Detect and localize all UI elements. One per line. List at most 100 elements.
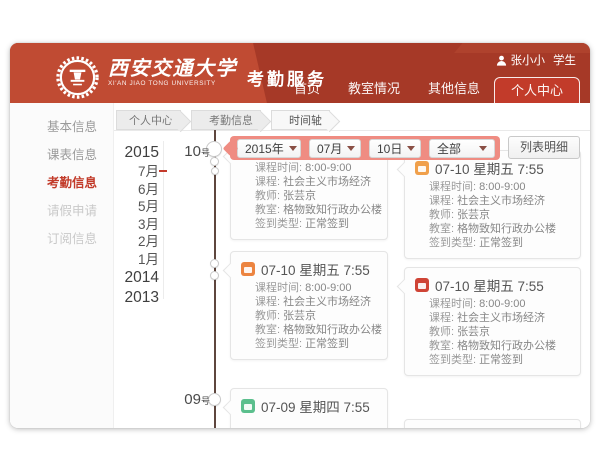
rail-item-6月[interactable]: 6月: [114, 181, 159, 199]
user-info[interactable]: 张小小 学生: [496, 52, 577, 68]
card-field: 课程时间:8:00-9:00: [255, 162, 377, 176]
card-header: 07-10 星期五 7:55: [405, 268, 580, 295]
day-label-09: 09号: [170, 391, 210, 408]
day-select[interactable]: 10日: [369, 139, 421, 158]
university-name-cn: 西安交通大学: [108, 56, 237, 80]
year-select[interactable]: 2015年: [237, 139, 301, 158]
card-field: 教室:格物致知行政办公楼: [255, 324, 377, 338]
rail-item-2013[interactable]: 2013: [114, 288, 159, 308]
chevron-down-icon: [347, 146, 355, 151]
rail-item-3月[interactable]: 3月: [114, 216, 159, 234]
nav-item-1[interactable]: 首页: [280, 77, 334, 103]
card-field: 课程:社会主义市场经济: [255, 296, 377, 310]
card-field-value: 8:00-9:00: [479, 181, 525, 193]
card-header: 07-10 星期五 7:55: [231, 252, 387, 279]
card-field-value: 社会主义市场经济: [457, 195, 545, 207]
filter-bar: 2015年 07月 10日 全部: [230, 136, 500, 160]
rail-item-7月[interactable]: 7月: [114, 163, 159, 181]
card-field-label: 签到类型:: [255, 338, 302, 350]
card-field: 课程:社会主义市场经济: [429, 312, 570, 326]
card-field-value: 格物致知行政办公楼: [283, 324, 382, 336]
rail-item-5月[interactable]: 5月: [114, 198, 159, 216]
app-header: 西安交通大学 XI'AN JIAO TONG UNIVERSITY 考勤服务 张…: [10, 43, 590, 103]
card-field-value: 社会主义市场经济: [283, 176, 371, 188]
breadcrumb-item-1[interactable]: 个人中心: [116, 110, 181, 130]
card-field-label: 教室:: [429, 340, 454, 352]
year-select-value: 2015年: [245, 140, 284, 157]
nav-item-4[interactable]: 个人中心: [494, 77, 580, 103]
card-field: 签到类型:正常签到: [429, 354, 570, 368]
month-select[interactable]: 07月: [309, 139, 361, 158]
calendar-icon: [241, 399, 255, 413]
card-field-label: 课程时间:: [255, 162, 302, 174]
sidebar-item-5[interactable]: 订阅信息: [10, 225, 113, 253]
card-body: [231, 416, 387, 426]
card-field: 教室:格物致知行政办公楼: [255, 204, 377, 218]
attendance-card-partial[interactable]: [404, 419, 581, 428]
card-field: 课程:社会主义市场经济: [429, 195, 570, 209]
content-area: 个人中心考勤信息时间轴 20157月6月5月3月2月1月20142013 10号…: [114, 103, 590, 428]
rail-divider: [163, 141, 164, 299]
card-date-title: 07-10 星期五 7:55: [435, 275, 544, 295]
card-field-label: 课程时间:: [429, 181, 476, 193]
rail-item-1月[interactable]: 1月: [114, 251, 159, 269]
card-field: 教师:张芸京: [255, 310, 377, 324]
card-field-value: 社会主义市场经济: [457, 312, 545, 324]
card-field: 签到类型:正常签到: [429, 237, 570, 251]
sidebar: 基本信息课表信息考勤信息请假申请订阅信息: [10, 103, 114, 428]
card-field-label: 签到类型:: [255, 218, 302, 230]
app-window: 西安交通大学 XI'AN JIAO TONG UNIVERSITY 考勤服务 张…: [10, 43, 590, 428]
attendance-card[interactable]: 07-09 星期四 7:55: [230, 388, 388, 428]
card-field-label: 课程时间:: [255, 282, 302, 294]
type-select[interactable]: 全部: [429, 139, 495, 158]
page-body: 基本信息课表信息考勤信息请假申请订阅信息 个人中心考勤信息时间轴 20157月6…: [10, 103, 590, 428]
attendance-card[interactable]: 07-10 星期五 7:55课程时间:8:00-9:00课程:社会主义市场经济教…: [230, 251, 388, 360]
card-field-label: 教师:: [255, 190, 280, 202]
card-field: 教师:张芸京: [255, 190, 377, 204]
card-field-label: 教师:: [429, 209, 454, 221]
sidebar-item-4[interactable]: 请假申请: [10, 197, 113, 225]
card-field-value: 格物致知行政办公楼: [283, 204, 382, 216]
rail-item-2014[interactable]: 2014: [114, 268, 159, 288]
card-field: 课程时间:8:00-9:00: [429, 181, 570, 195]
card-field-label: 课程:: [255, 296, 280, 308]
calendar-icon: [415, 278, 429, 292]
sidebar-item-3[interactable]: 考勤信息: [10, 169, 113, 197]
university-seal-gear-icon: [56, 56, 99, 99]
card-field: 教室:格物致知行政办公楼: [429, 340, 570, 354]
card-field-label: 教室:: [255, 204, 280, 216]
breadcrumb-item-2[interactable]: 考勤信息: [191, 110, 261, 130]
chevron-down-icon: [479, 146, 487, 151]
card-body: 课程时间:8:00-9:00课程:社会主义市场经济教师:张芸京教室:格物致知行政…: [405, 178, 580, 258]
nav-item-3[interactable]: 其他信息: [414, 77, 494, 103]
rail-item-2015[interactable]: 2015: [114, 143, 159, 163]
card-field-value: 社会主义市场经济: [283, 296, 371, 308]
card-header: 07-09 星期四 7:55: [231, 389, 387, 416]
card-field-value: 张芸京: [457, 209, 490, 221]
nav-item-2[interactable]: 教室情况: [334, 77, 414, 103]
attendance-card[interactable]: 07-10 星期五 7:55 课程时间:8:00-9:00课程:社会主义市场经济教…: [404, 267, 581, 376]
breadcrumb-item-3[interactable]: 时间轴: [271, 110, 330, 130]
calendar-icon: [415, 161, 429, 175]
rail-item-2月[interactable]: 2月: [114, 233, 159, 251]
sidebar-item-1[interactable]: 基本信息: [10, 113, 113, 141]
card-date-title: 07-10 星期五 7:55: [435, 158, 544, 178]
month-select-value: 07月: [317, 140, 342, 157]
card-field-value: 8:00-9:00: [479, 298, 525, 310]
current-month-indicator: [159, 170, 167, 172]
card-field-label: 教师:: [255, 310, 280, 322]
card-field: 签到类型:正常签到: [255, 218, 377, 232]
card-field-value: 张芸京: [457, 326, 490, 338]
chevron-down-icon: [289, 146, 297, 151]
card-field: 课程时间:8:00-9:00: [255, 282, 377, 296]
card-field-label: 课程:: [429, 195, 454, 207]
sidebar-item-2[interactable]: 课表信息: [10, 141, 113, 169]
attendance-card[interactable]: 07-10 星期五 7:55课程时间:8:00-9:00课程:社会主义市场经济教…: [404, 150, 581, 259]
list-detail-button[interactable]: 列表明细: [508, 136, 580, 159]
card-date-title: 07-09 星期四 7:55: [261, 396, 370, 416]
card-field: 课程时间:8:00-9:00: [429, 298, 570, 312]
card-field: 签到类型:正常签到: [255, 338, 377, 352]
card-field-value: 张芸京: [283, 190, 316, 202]
card-field-value: 正常签到: [479, 237, 523, 249]
card-field: 教师:张芸京: [429, 326, 570, 340]
